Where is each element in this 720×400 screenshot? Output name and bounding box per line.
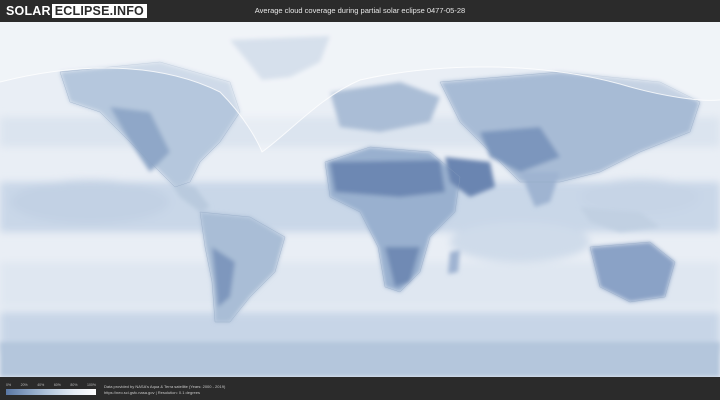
cloud-coverage-map bbox=[0, 22, 720, 377]
data-credits: Data provided by NASA's Aqua & Terra sat… bbox=[104, 384, 225, 396]
legend-color-bar bbox=[6, 389, 96, 395]
cloud-coverage-legend: 0% 20% 40% 60% 80% 100% bbox=[6, 383, 96, 395]
page-title: Average cloud coverage during partial so… bbox=[254, 6, 466, 15]
footer-bar: 0% 20% 40% 60% 80% 100% Data provided by… bbox=[0, 377, 720, 400]
header-bar: SOLAR ECLIPSE.INFO Average cloud coverag… bbox=[0, 0, 720, 22]
legend-tick: 20% bbox=[20, 383, 28, 387]
legend-tick: 0% bbox=[6, 383, 12, 387]
legend-ticks: 0% 20% 40% 60% 80% 100% bbox=[6, 383, 96, 388]
sahara bbox=[330, 160, 445, 197]
legend-tick: 60% bbox=[53, 383, 61, 387]
antarctica bbox=[0, 342, 720, 377]
credit-link[interactable]: https://neo.sci.gsfc.nasa.gov | Resoluti… bbox=[104, 390, 225, 396]
legend-tick: 100% bbox=[87, 383, 96, 387]
world-map-svg bbox=[0, 22, 720, 377]
legend-tick: 80% bbox=[70, 383, 78, 387]
legend-tick: 40% bbox=[37, 383, 45, 387]
